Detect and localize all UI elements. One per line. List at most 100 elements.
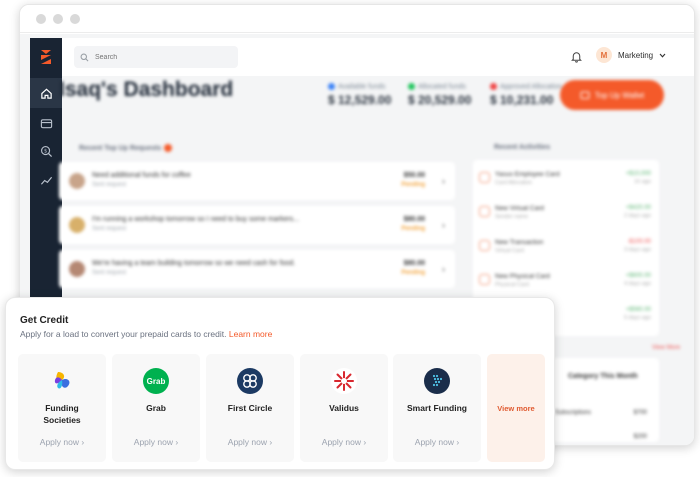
learn-more-link[interactable]: Learn more [229,329,272,339]
lender-card-grab[interactable]: Grab Grab Apply now › [112,354,200,462]
activity-row[interactable]: New Transaction Virtual Card -$100.00 3 da… [473,232,659,262]
activity-row[interactable]: Yasuo Employee Card Card Allocation +$10,… [473,164,659,194]
avatar [69,261,85,277]
apply-now-button[interactable]: Apply now › [300,437,388,447]
request-amount-value: $50.00 [403,172,425,179]
activity-amount: +$10,000 1h ago [626,171,651,185]
activity-text: New Transaction Virtual Card [495,239,543,254]
lender-name: First Circle [227,403,273,413]
activity-sub: Card Allocation [495,180,532,186]
apply-now-button[interactable]: Apply now › [393,437,481,447]
avatar: M [596,47,612,63]
requests-title-text: Recent Top Up Requests [79,144,162,152]
stat-value: $ 20,529.00 [408,93,472,108]
activity-row[interactable]: New Physical Card Physical Card +$600.00 4… [473,266,659,296]
avatar [69,217,85,233]
category-amount: $700 [633,410,647,416]
top-up-wallet-button[interactable]: Top Up Wallet [560,80,664,110]
window-titlebar [20,5,694,33]
stat-label: Available funds [338,83,386,91]
lender-name: Funding Societies [43,403,81,425]
stat-allocated: Allocated funds $ 20,529.00 [408,83,471,107]
activity-time: 4 days ago [624,281,651,287]
activity-amount-value: +$600.00 [625,273,651,279]
sidebar-item-wallet[interactable] [30,108,62,138]
activity-time: 3 days ago [624,247,651,253]
home-icon [40,88,52,99]
apply-now-button[interactable]: Apply now › [112,437,200,447]
request-status: Pending [401,226,425,232]
view-more-link[interactable]: View More [652,345,680,351]
chevron-right-icon: › [456,437,460,447]
stat-label: Approved Allocation [500,83,562,91]
activities-section-title: Recent Activities [494,144,551,151]
stat-dot [490,83,497,90]
view-more-lenders-button[interactable]: View more [487,354,545,462]
page-title: Isaq's Dashboard [59,78,234,101]
stat-label: Allocated funds [418,83,466,91]
request-card[interactable]: I'm running a workshop tomorrow so I nee… [59,206,455,244]
funding-societies-logo [49,368,75,394]
avatar [69,173,85,189]
category-amount-2: $200 [633,434,647,440]
chevron-right-icon: › [81,437,85,447]
card-icon [479,172,490,183]
search-input[interactable] [95,53,225,61]
activity-row[interactable]: New Virtual Card Sender name +$420.00 2 da… [473,198,659,228]
stat-approved: Approved Allocation $ 10,231.00 [490,83,562,107]
stat-dot [408,83,415,90]
chevron-right-icon: › [442,264,445,274]
activity-text: Yasuo Employee Card Card Allocation [495,171,560,186]
window-close-dot[interactable] [36,14,46,24]
request-text: I'm running a workshop tomorrow so I nee… [92,216,299,232]
grab-logo: Grab [143,368,169,394]
sidebar-item-analytics[interactable] [30,165,62,195]
activity-amount-value: +$420.00 [625,205,651,211]
requests-badge [164,144,173,152]
lender-name: Grab [146,403,166,413]
requests-section-title: Recent Top Up Requests [79,144,173,152]
window-maximize-dot[interactable] [70,14,80,24]
lender-name: Validus [329,403,359,413]
card-icon [479,206,490,217]
lender-card-validus[interactable]: Validus Apply now › [300,354,388,462]
request-amount: $80.00 Pending [401,216,425,232]
activity-amount-value: +$10,000 [625,171,651,177]
request-message: I'm running a workshop tomorrow so I nee… [92,216,300,223]
request-amount: $50.00 Pending [401,172,425,188]
first-circle-logo [237,368,263,394]
notification-bell-icon[interactable] [570,50,583,63]
topbar: M Marketing [62,38,694,76]
request-status: Pending [401,182,425,188]
user-menu[interactable]: M Marketing [596,47,666,63]
request-sub: Sent request [92,226,127,232]
activity-title: New Virtual Card [495,205,545,212]
request-message: Need additional funds for coffee [92,172,191,179]
apply-now-button[interactable]: Apply now › [206,437,294,447]
activity-title: Yasuo Employee Card [495,171,560,178]
request-card[interactable]: Need additional funds for coffee Sent req… [59,162,455,200]
sidebar-item-home[interactable] [30,78,62,108]
stat-value: $ 12,529.00 [328,93,392,108]
dollar-search-icon: $ [40,145,52,157]
request-amount-value: $80.00 [403,216,425,223]
lender-card-first-circle[interactable]: First Circle Apply now › [206,354,294,462]
search-box[interactable] [74,46,238,68]
activity-sub: Physical Card [495,282,529,288]
wallet-plus-icon [580,91,590,99]
chevron-right-icon: › [363,437,367,447]
activity-title: New Physical Card [495,273,550,280]
apply-now-button[interactable]: Apply now › [18,437,106,447]
window-minimize-dot[interactable] [53,14,63,24]
apply-now-label: Apply now [39,437,79,447]
lender-card-funding-societies[interactable]: Funding Societies Apply now › [18,354,106,462]
request-message: We're having a team building tomorrow so… [92,260,296,267]
apply-now-label: Apply now [227,437,267,447]
request-amount-value: $80.00 [403,260,425,267]
lender-card-smart-funding[interactable]: Smart Funding Apply now › [393,354,481,462]
credit-description-text: Apply for a load to convert your prepaid… [20,329,227,339]
user-name: Marketing [618,50,654,60]
request-text: Need additional funds for coffee Sent req… [92,172,191,188]
request-card[interactable]: We're having a team building tomorrow so… [59,250,455,288]
sidebar-item-finance[interactable]: $ [30,136,62,166]
